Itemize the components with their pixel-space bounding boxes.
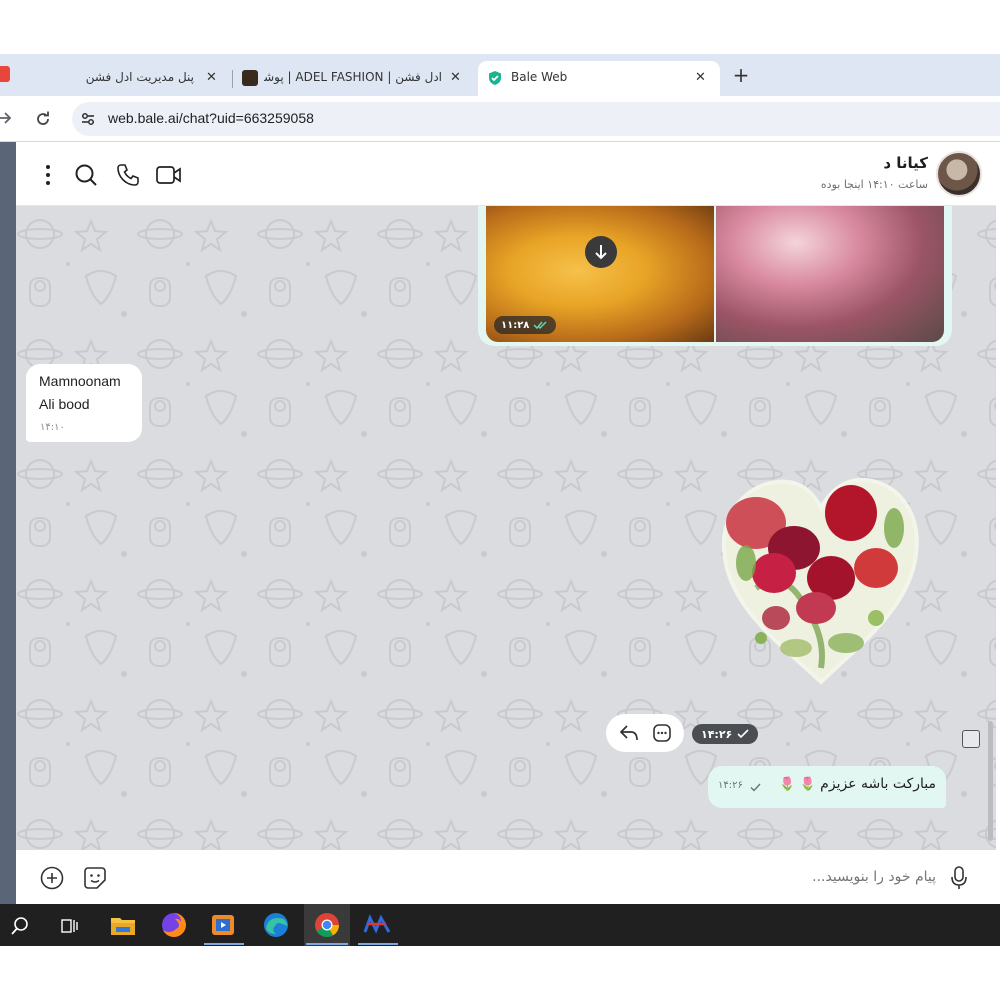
tab-bale-web[interactable]: Bale Web ✕ <box>478 61 720 96</box>
double-check-icon <box>533 321 547 330</box>
message-input[interactable] <box>136 862 936 892</box>
album-photo-2[interactable] <box>716 206 944 342</box>
message-actions <box>606 714 684 752</box>
sticker-icon[interactable] <box>83 866 107 890</box>
message-time: ۱۴:۲۶ <box>701 727 733 741</box>
shield-check-icon <box>487 70 503 86</box>
taskbar-active-indicator <box>204 943 244 945</box>
media-player-icon[interactable] <box>208 910 238 940</box>
reload-icon[interactable] <box>34 110 52 128</box>
chrome-icon[interactable] <box>312 910 342 940</box>
message-text-line: Ali bood <box>39 396 90 412</box>
message-time: ۱۱:۲۸ <box>501 319 530 331</box>
outgoing-message[interactable]: ۱۴:۲۶ مبارکت باشه عزیزم 🌷 🌷 <box>708 766 946 808</box>
album-message[interactable]: ۱۱:۲۸ <box>478 206 952 346</box>
task-view-icon[interactable] <box>60 916 80 936</box>
browser-tab-strip: پنل مدیریت ادل فشن ✕ ادل فشن | ADEL FASH… <box>0 54 1000 96</box>
incoming-message[interactable]: Mamnoonam Ali bood ۱۴:۱۰ <box>26 364 142 442</box>
sticker-time-badge: ۱۴:۲۶ <box>692 724 759 744</box>
tab-label: ادل فشن | ADEL FASHION | پوشا <box>264 70 442 84</box>
contact-info[interactable]: کیانا د ساعت ۱۴:۱۰ اینجا بوده <box>706 142 996 206</box>
contact-name: کیانا د <box>883 154 928 172</box>
message-body: مبارکت باشه عزیزم <box>820 776 936 792</box>
url-text: web.bale.ai/chat?uid=663259058 <box>108 110 314 126</box>
taskbar-active-indicator <box>358 943 398 945</box>
add-icon[interactable] <box>40 866 64 890</box>
scrollbar-thumb[interactable] <box>988 721 993 841</box>
file-explorer-icon[interactable] <box>108 910 138 940</box>
tab-adel-fashion[interactable]: ادل فشن | ADEL FASHION | پوشا ✕ <box>238 61 472 96</box>
phone-icon[interactable] <box>116 163 140 187</box>
avatar <box>936 151 982 197</box>
search-icon[interactable] <box>10 916 30 936</box>
message-composer <box>16 850 996 904</box>
tab-left-partial[interactable] <box>0 66 10 82</box>
taskbar-active-indicator <box>306 943 348 945</box>
close-icon[interactable]: ✕ <box>206 70 217 85</box>
mic-icon[interactable] <box>950 866 968 890</box>
tab-label: Bale Web <box>511 70 568 84</box>
firefox-icon[interactable] <box>159 910 189 940</box>
message-time: ۱۴:۲۶ <box>718 780 743 791</box>
tab-label: پنل مدیریت ادل فشن <box>85 70 194 84</box>
heart-flower-sticker <box>721 477 919 685</box>
chat-header: کیانا د ساعت ۱۴:۱۰ اینجا بوده <box>16 142 996 206</box>
new-tab-button[interactable]: + <box>730 64 752 86</box>
sticker-message[interactable] <box>716 468 926 688</box>
close-icon[interactable]: ✕ <box>695 70 706 85</box>
message-text-line: Mamnoonam <box>39 373 121 389</box>
right-panel-edge <box>996 142 1000 904</box>
checkmark-icon <box>737 729 749 739</box>
reply-icon[interactable] <box>619 724 639 742</box>
video-icon[interactable] <box>156 164 182 186</box>
message-text: مبارکت باشه عزیزم 🌷 🌷 <box>779 776 936 792</box>
tulip-emoji: 🌷 🌷 <box>779 777 816 792</box>
contact-status: ساعت ۱۴:۱۰ اینجا بوده <box>820 178 928 191</box>
select-checkbox[interactable] <box>962 730 980 748</box>
close-icon[interactable]: ✕ <box>450 70 461 85</box>
app-icon[interactable] <box>362 910 392 940</box>
windows-taskbar <box>0 904 1000 946</box>
tab-admin-panel[interactable]: پنل مدیریت ادل فشن ✕ <box>72 61 232 96</box>
album-photo-1[interactable]: ۱۱:۲۸ <box>486 206 714 342</box>
forward-icon[interactable] <box>0 109 14 127</box>
message-time: ۱۴:۱۰ <box>40 422 65 433</box>
download-button[interactable] <box>585 236 617 268</box>
edge-icon[interactable] <box>261 910 291 940</box>
screen: { "browser": { "tabs": [ {"label": "پنل … <box>0 0 1000 1000</box>
more-vert-icon[interactable] <box>40 164 56 186</box>
browser-toolbar: web.bale.ai/chat?uid=663259058 <box>0 96 1000 142</box>
more-options-icon[interactable] <box>652 723 672 743</box>
app-sidebar-edge <box>0 142 16 904</box>
site-settings-icon[interactable] <box>80 111 96 127</box>
address-bar[interactable]: web.bale.ai/chat?uid=663259058 <box>72 102 1000 136</box>
chat-message-list[interactable]: ۱۱:۲۸ Mamnoonam Ali bood ۱۴:۱۰ ۱۴:۲۶ ۱۴:… <box>16 206 996 850</box>
search-icon[interactable] <box>74 163 98 187</box>
download-icon <box>595 245 607 260</box>
checkmark-icon <box>750 783 761 792</box>
album-time-badge: ۱۱:۲۸ <box>494 316 557 334</box>
tab-divider <box>232 70 233 88</box>
site-favicon-icon <box>242 70 258 86</box>
